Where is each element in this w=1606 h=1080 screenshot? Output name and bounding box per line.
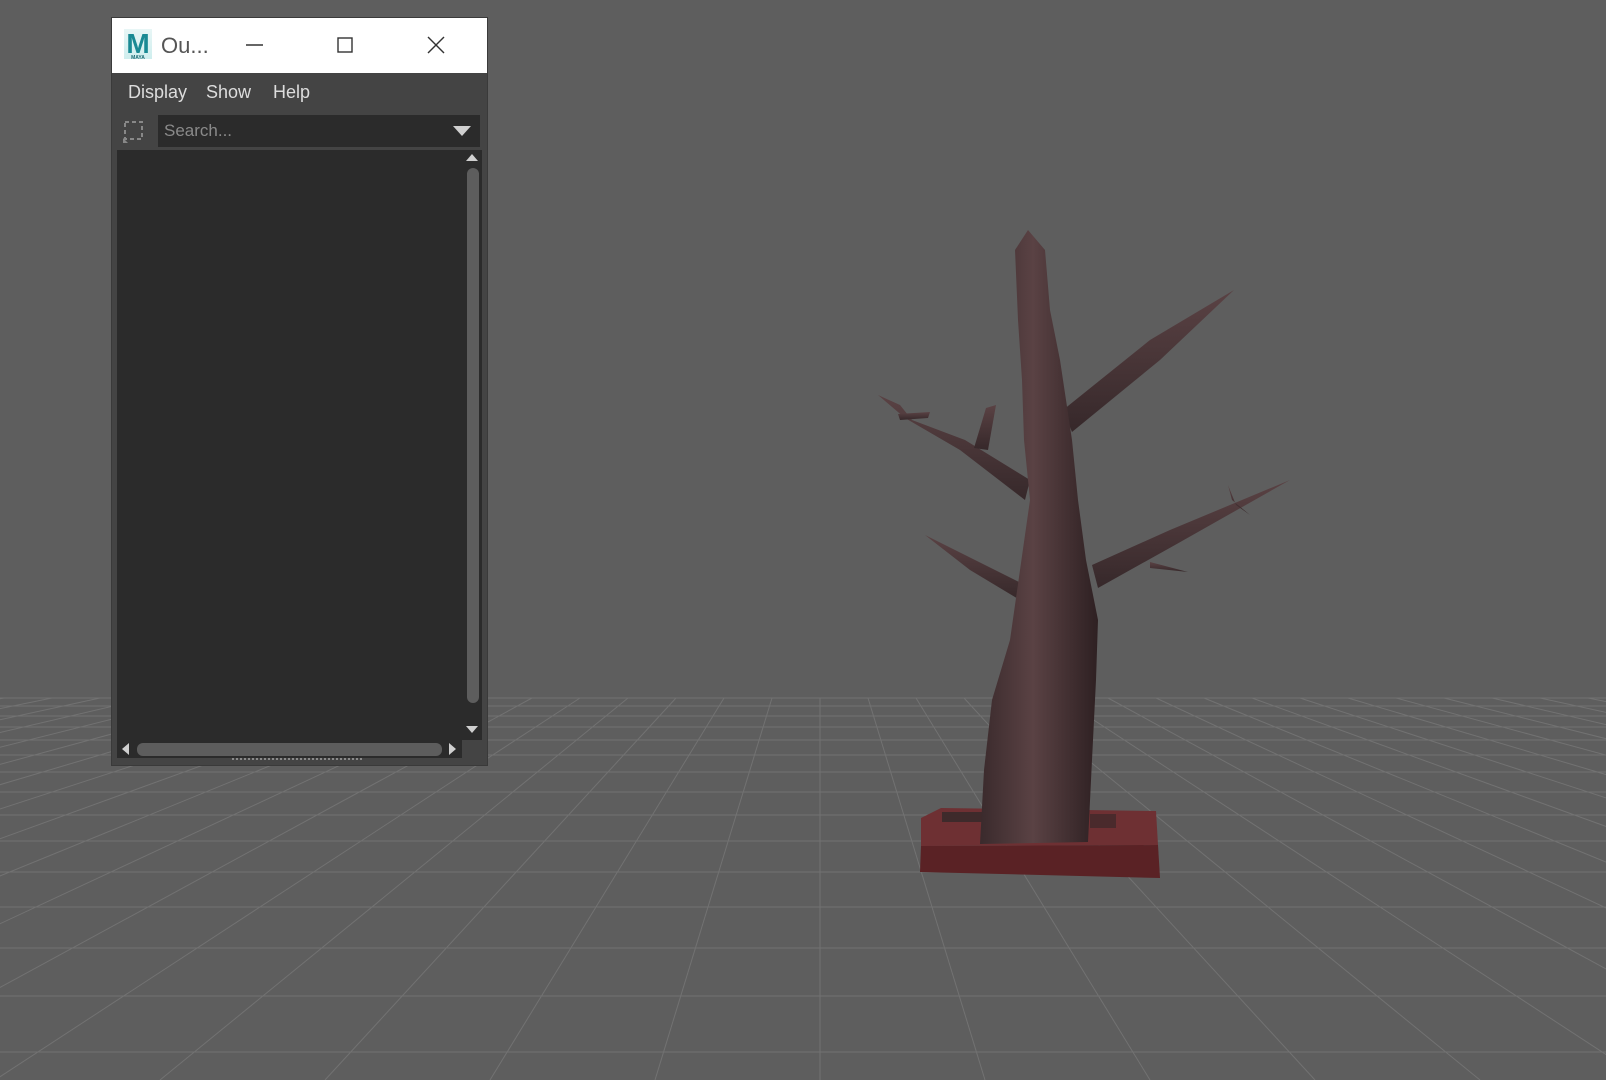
chevron-down-icon[interactable] [452,124,472,138]
menu-show[interactable]: Show [206,82,251,102]
close-button[interactable] [419,28,453,62]
outliner-window[interactable]: M MAYA Ou... Display Show Help [112,18,487,765]
filter-select-icon[interactable] [122,118,146,144]
horizontal-scrollbar[interactable] [117,740,462,758]
search-input[interactable] [158,115,480,147]
scroll-right-icon[interactable] [449,743,457,755]
window-title: Ou... [161,33,209,58]
minimize-button[interactable] [237,28,271,62]
vertical-scroll-thumb[interactable] [467,168,479,703]
title-bar[interactable]: M MAYA Ou... [112,18,487,73]
menu-help[interactable]: Help [273,82,310,102]
outliner-tree[interactable] [117,150,462,740]
scroll-up-icon[interactable] [466,154,478,162]
maximize-button[interactable] [328,28,362,62]
resize-grip[interactable] [232,758,362,764]
scroll-down-icon[interactable] [466,726,478,734]
horizontal-scroll-thumb[interactable] [137,743,442,756]
scroll-left-icon[interactable] [122,743,130,755]
menu-bar: Display Show Help [112,73,487,111]
menu-display[interactable]: Display [128,82,187,102]
vertical-scrollbar[interactable] [462,150,482,740]
maya-logo-icon: M MAYA [124,29,152,61]
